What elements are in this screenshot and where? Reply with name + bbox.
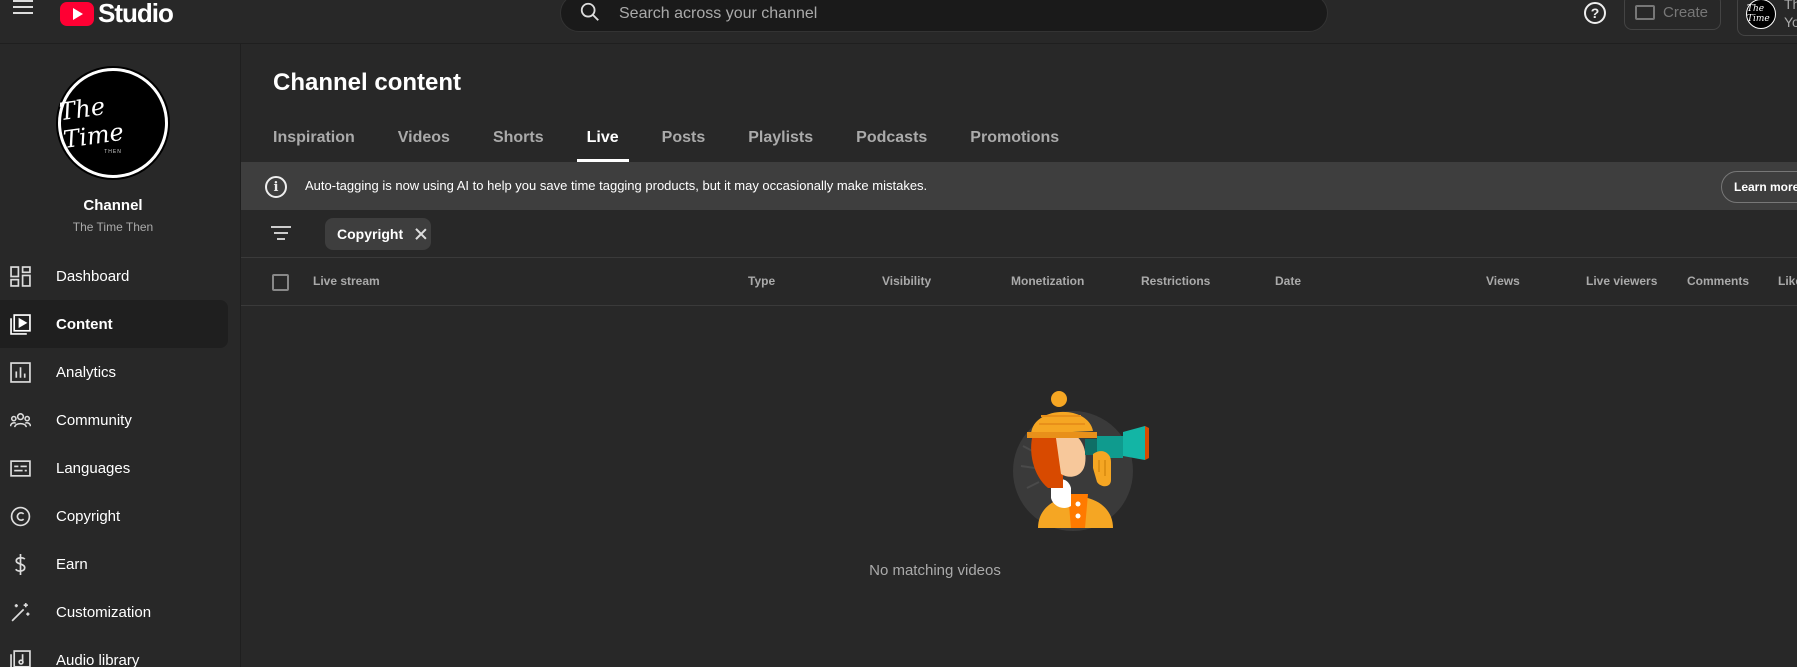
earn-icon [15, 554, 26, 575]
binoculars-illustration [1013, 391, 1149, 531]
channel-name: The Time Then [72, 220, 154, 234]
copyright-icon [10, 506, 31, 527]
help-icon[interactable]: ? [1584, 2, 1606, 24]
content-icon [10, 314, 31, 335]
close-icon[interactable] [415, 228, 427, 240]
analytics-icon [10, 362, 31, 383]
column-monetization[interactable]: Monetization [1011, 274, 1084, 288]
channel-avatar[interactable]: The Time THEN [58, 68, 168, 178]
banner-text: Auto-tagging is now using AI to help you… [305, 178, 928, 193]
sidebar-item-label: Analytics [56, 363, 117, 381]
sidebar-item-label: Community [56, 411, 132, 429]
sidebar-item-earn[interactable]: Earn [0, 540, 228, 588]
info-banner: i Auto-tagging is now using AI to help y… [241, 162, 1797, 210]
menu-icon[interactable] [13, 0, 33, 20]
community-icon [10, 413, 31, 428]
sidebar-item-dashboard[interactable]: Dashboard [0, 252, 228, 300]
languages-icon [10, 460, 31, 477]
column-date[interactable]: Date [1275, 274, 1301, 288]
sidebar-item-label: Content [56, 315, 113, 333]
table-header: Live stream Type Visibility Monetization… [241, 258, 1797, 306]
logo-text: Studio [98, 0, 174, 28]
main-content: Channel content Inspiration Videos Short… [241, 44, 1797, 667]
learn-more-button[interactable]: Learn more [1721, 171, 1797, 203]
sidebar-item-label: Languages [56, 459, 131, 477]
sidebar-item-copyright[interactable]: Copyright [0, 492, 228, 540]
sidebar: The Time THEN Channel The Time Then Dash… [0, 44, 241, 667]
column-restrictions[interactable]: Restrictions [1141, 274, 1210, 288]
create-button[interactable]: Create [1624, 0, 1721, 30]
tab-promotions[interactable]: Promotions [970, 114, 1059, 162]
channel-label: Channel [83, 197, 143, 214]
tab-live[interactable]: Live [576, 114, 629, 162]
column-views[interactable]: Views [1486, 274, 1520, 288]
avatar-small-text: THEN [104, 149, 122, 155]
avatar-script: The Time [57, 92, 126, 154]
select-all-checkbox[interactable] [272, 274, 289, 291]
top-bar: Studio ? Create The Time Th Yo [0, 0, 1797, 44]
search-bar[interactable] [560, 0, 1328, 32]
account-name: Th [1784, 0, 1797, 12]
magic-wand-icon [11, 603, 30, 622]
sidebar-nav: Dashboard Content Analytics Community La… [0, 252, 241, 667]
content-tabs: Inspiration Videos Shorts Live Posts Pla… [273, 114, 1102, 162]
search-input[interactable] [619, 3, 1299, 25]
filter-chip-label: Copyright [337, 226, 404, 242]
sidebar-item-analytics[interactable]: Analytics [0, 348, 228, 396]
sidebar-item-label: Earn [56, 555, 88, 573]
column-visibility[interactable]: Visibility [882, 274, 931, 288]
create-video-icon [1635, 4, 1655, 20]
column-likes[interactable]: Likes [1778, 274, 1797, 288]
empty-state-message: No matching videos [869, 562, 1001, 579]
info-icon: i [265, 176, 287, 198]
account-sub: Yo [1784, 14, 1797, 30]
sidebar-item-label: Dashboard [56, 267, 130, 285]
account-button[interactable]: The Time Th Yo [1737, 0, 1797, 36]
studio-window: { "header": { "logo_text": "Studio", "se… [0, 0, 1797, 667]
tab-podcasts[interactable]: Podcasts [856, 114, 927, 162]
tab-posts[interactable]: Posts [662, 114, 706, 162]
column-live-viewers[interactable]: Live viewers [1586, 274, 1657, 288]
column-comments[interactable]: Comments [1687, 274, 1749, 288]
sidebar-item-community[interactable]: Community [0, 396, 228, 444]
sidebar-item-label: Copyright [56, 507, 121, 525]
account-text: Th Yo [1784, 0, 1797, 31]
sidebar-item-content[interactable]: Content [0, 300, 228, 348]
youtube-play-icon [60, 1, 94, 26]
search-icon [580, 2, 599, 21]
sidebar-item-label: Audio library [56, 651, 140, 667]
create-label: Create [1663, 3, 1709, 21]
tab-shorts[interactable]: Shorts [493, 114, 544, 162]
tab-videos[interactable]: Videos [398, 114, 450, 162]
sidebar-item-audio-library[interactable]: Audio library [0, 636, 228, 667]
filter-icon[interactable] [271, 226, 291, 242]
dashboard-icon [10, 266, 31, 287]
tab-inspiration[interactable]: Inspiration [273, 114, 355, 162]
filter-bar: Copyright [241, 210, 1797, 258]
page-title: Channel content [273, 69, 462, 96]
tab-playlists[interactable]: Playlists [748, 114, 813, 162]
column-type[interactable]: Type [748, 274, 775, 288]
column-live-stream[interactable]: Live stream [313, 274, 380, 288]
sidebar-item-customization[interactable]: Customization [0, 588, 228, 636]
account-avatar: The Time [1746, 0, 1776, 29]
sidebar-item-languages[interactable]: Languages [0, 444, 228, 492]
sidebar-item-label: Customization [56, 603, 152, 621]
studio-logo[interactable]: Studio [60, 0, 174, 29]
filter-chip-copyright[interactable]: Copyright [325, 218, 431, 250]
audio-library-icon [10, 650, 31, 667]
